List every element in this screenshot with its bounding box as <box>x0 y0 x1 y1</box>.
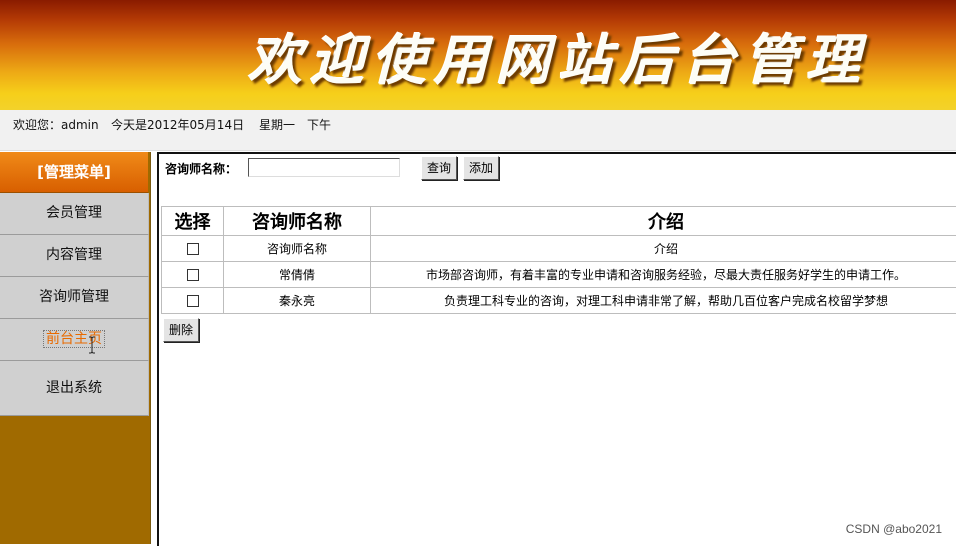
sidebar-item-logout[interactable]: 退出系统 <box>0 361 149 416</box>
banner: 欢迎使用网站后台管理 <box>0 0 956 110</box>
column-header-name: 咨询师名称 <box>224 207 371 236</box>
sidebar-item-label: 咨询师管理 <box>39 289 109 305</box>
table-row: 秦永亮 负责理工科专业的咨询，对理工科申请非常了解，帮助几百位客户完成名校留学梦… <box>162 288 956 314</box>
consultant-intro-cell: 市场部咨询师，有着丰富的专业申请和咨询服务经验，尽最大责任服务好学生的申请工作。 <box>371 262 956 288</box>
search-label: 咨询师名称： <box>165 160 237 177</box>
row-checkbox[interactable] <box>187 243 199 255</box>
consultant-table: 选择 咨询师名称 介绍 咨询师名称 介绍 常倩倩 市场部咨询师，有着丰富的专业申… <box>161 206 956 314</box>
main-content: 咨询师名称： 查询 添加 选择 咨询师名称 介绍 咨询师名称 介绍 常倩倩 <box>157 152 956 546</box>
sidebar: [管理菜单] 会员管理 内容管理 咨询师管理 前台主页 退出系统 <box>0 152 151 544</box>
banner-title: 欢迎使用网站后台管理 <box>248 16 868 95</box>
watermark: CSDN @abo2021 <box>846 522 942 536</box>
query-button[interactable]: 查询 <box>421 156 457 180</box>
sidebar-item-label: 会员管理 <box>46 205 102 221</box>
text-cursor-icon <box>88 336 96 354</box>
add-button[interactable]: 添加 <box>463 156 499 180</box>
welcome-period: 下午 <box>307 116 331 133</box>
delete-button[interactable]: 删除 <box>163 318 199 342</box>
select-cell <box>162 236 224 262</box>
consultant-name-cell: 常倩倩 <box>224 262 371 288</box>
welcome-bar: 欢迎您：admin 今天是2012年05月14日 星期一 下午 <box>0 110 956 151</box>
row-checkbox[interactable] <box>187 295 199 307</box>
welcome-greeting: 欢迎您：admin <box>13 116 99 133</box>
sidebar-item-consultant-management[interactable]: 咨询师管理 <box>0 277 149 319</box>
table-header-row: 选择 咨询师名称 介绍 <box>162 207 956 236</box>
select-cell <box>162 288 224 314</box>
menu-header: [管理菜单] <box>0 152 148 193</box>
welcome-date: 今天是2012年05月14日 <box>111 116 244 133</box>
sidebar-item-front-page[interactable]: 前台主页 <box>0 319 149 361</box>
sidebar-item-label: 退出系统 <box>46 380 102 396</box>
table-row: 咨询师名称 介绍 <box>162 236 956 262</box>
column-header-select: 选择 <box>162 207 224 236</box>
row-checkbox[interactable] <box>187 269 199 281</box>
sidebar-item-content-management[interactable]: 内容管理 <box>0 235 149 277</box>
consultant-intro-cell: 负责理工科专业的咨询，对理工科申请非常了解，帮助几百位客户完成名校留学梦想 <box>371 288 956 314</box>
column-header-intro: 介绍 <box>371 207 956 236</box>
consultant-name-cell: 咨询师名称 <box>224 236 371 262</box>
select-cell <box>162 262 224 288</box>
sidebar-item-member-management[interactable]: 会员管理 <box>0 193 149 235</box>
consultant-name-search-input[interactable] <box>248 158 400 177</box>
consultant-name-cell: 秦永亮 <box>224 288 371 314</box>
welcome-weekday: 星期一 <box>259 116 295 133</box>
table-row: 常倩倩 市场部咨询师，有着丰富的专业申请和咨询服务经验，尽最大责任服务好学生的申… <box>162 262 956 288</box>
consultant-intro-cell: 介绍 <box>371 236 956 262</box>
sidebar-item-label: 内容管理 <box>46 247 102 263</box>
